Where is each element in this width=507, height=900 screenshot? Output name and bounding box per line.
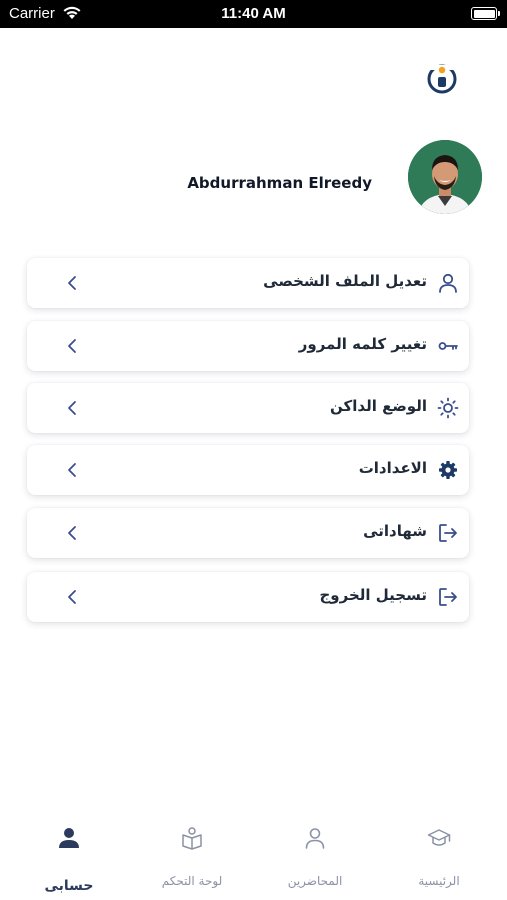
nav-tab-home[interactable]: الرئيسية [379,826,499,896]
user-icon [439,273,457,293]
user-icon [59,828,79,848]
chevron-left-icon [68,526,76,540]
menu-item-settings[interactable]: الاعدادات [27,445,469,495]
nav-tab-label: المحاضرين [287,874,343,888]
menu-item-label: تعديل الملف الشخصى [263,272,427,290]
gear-icon [439,461,457,479]
app-logo-icon [427,64,457,94]
dashboard-book-icon [182,827,202,850]
menu-item-label: شهاداتى [363,522,427,540]
nav-tab-my-account[interactable]: حسابى [9,826,129,896]
menu-item-edit-profile[interactable]: تعديل الملف الشخصى [27,258,469,308]
menu-item-certificates[interactable]: شهاداتى [27,508,469,558]
person-outline-icon [305,828,325,849]
logout-icon [439,588,457,606]
nav-tab-label: حسابى [44,878,94,894]
graduation-cap-icon [427,829,451,846]
menu-item-label: تغيير كلمه المرور [298,335,427,353]
chevron-left-icon [68,339,76,353]
menu-item-change-password[interactable]: تغيير كلمه المرور [27,321,469,371]
nav-tab-dashboard[interactable]: لوحة التحكم [132,826,252,896]
chevron-left-icon [68,276,76,290]
battery-icon [471,7,500,20]
sun-icon [437,397,459,419]
profile-photo [408,140,482,214]
chevron-left-icon [68,463,76,477]
nav-tab-label: الرئيسية [418,874,460,888]
nav-tab-lecturers[interactable]: المحاضرين [255,826,375,896]
chevron-left-icon [68,590,76,604]
key-icon [438,342,458,350]
avatar[interactable] [408,140,482,214]
menu-item-logout[interactable]: تسجيل الخروج [27,572,469,622]
status-bar: Carrier 11:40 AM [0,0,507,28]
menu-item-dark-mode[interactable]: الوضع الداكن [27,383,469,433]
menu-item-label: تسجيل الخروج [319,586,428,604]
nav-tab-label: لوحة التحكم [161,874,223,888]
chevron-left-icon [68,401,76,415]
menu-item-label: الاعدادات [358,459,427,477]
clock: 11:40 AM [221,5,286,22]
profile-name: Abdurrahman Elreedy [187,174,372,192]
menu-item-label: الوضع الداكن [330,397,427,415]
logout-icon [439,524,457,542]
